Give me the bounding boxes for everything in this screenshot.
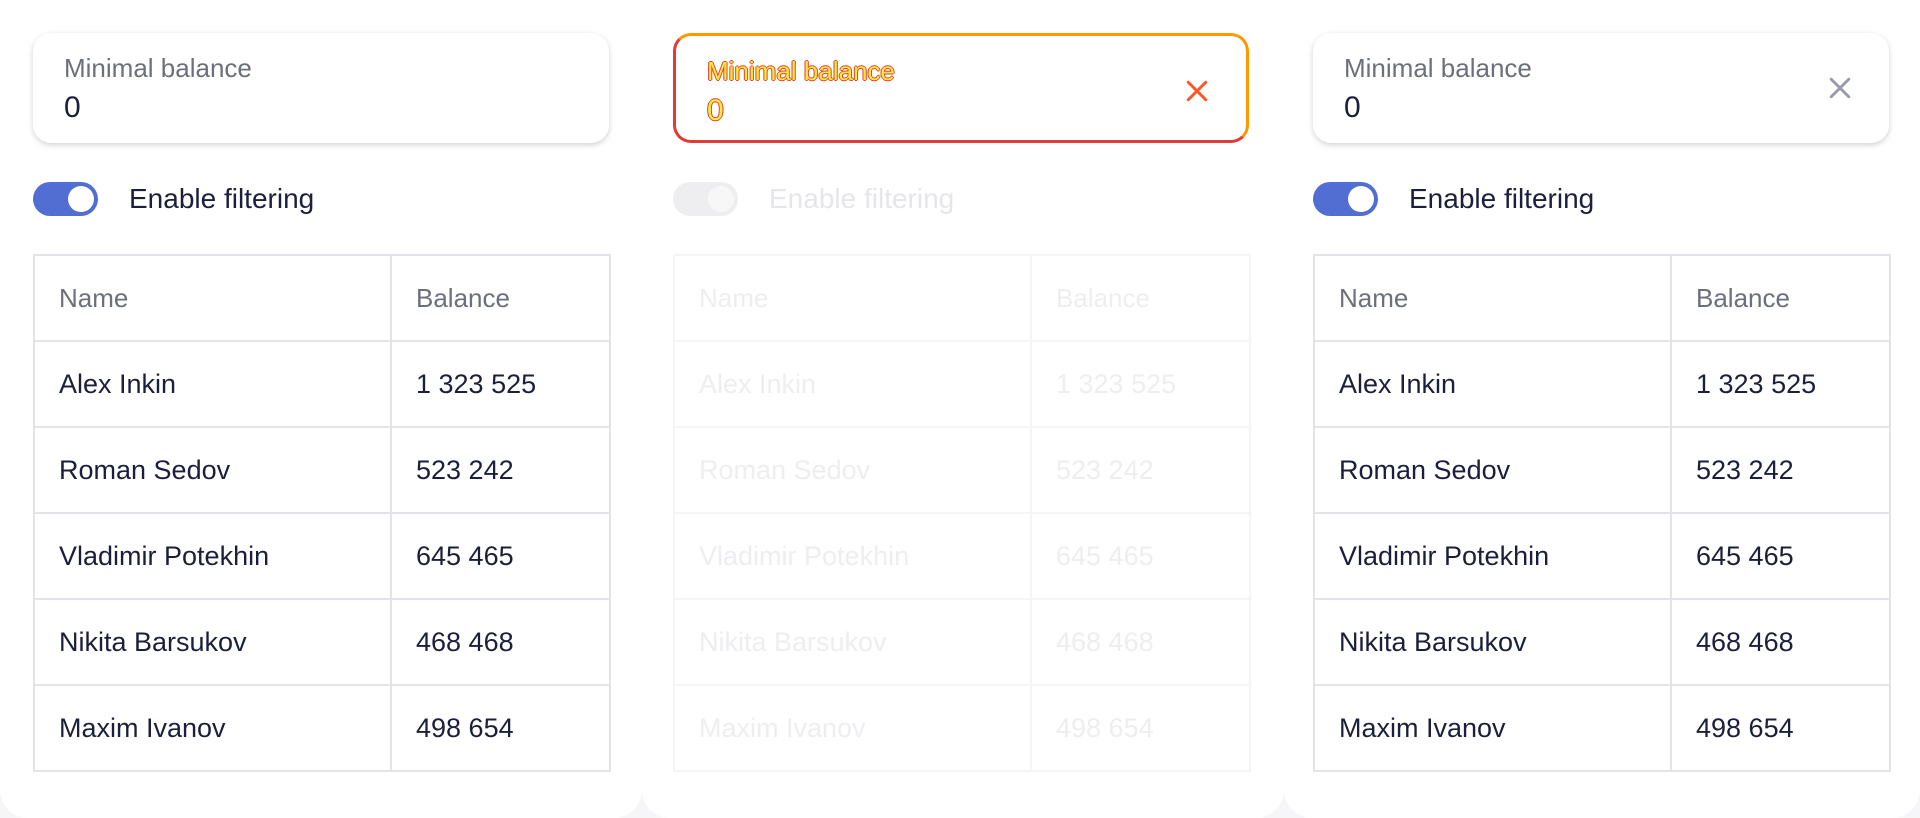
field-label: Minimal balance <box>64 53 252 83</box>
balance-table: Name Balance Alex Inkin 1 323 525 Roman S… <box>33 254 611 772</box>
name-cell: Nikita Barsukov <box>33 598 392 686</box>
filter-column-1: Minimal balance 0 Enable filtering Name … <box>33 33 611 772</box>
table-row: Nikita Barsukov 468 468 <box>1313 598 1891 686</box>
balance-cell: 523 242 <box>1030 426 1251 514</box>
field-value[interactable]: 0 <box>707 94 724 128</box>
enable-filtering-toggle[interactable] <box>673 182 738 216</box>
toggle-label: Enable filtering <box>129 183 315 214</box>
name-cell: Alex Inkin <box>673 340 1032 428</box>
filter-column-3: Minimal balance 0 Enable filtering Name … <box>1313 33 1891 772</box>
close-icon <box>1829 77 1851 99</box>
table-row: Roman Sedov 523 242 <box>673 426 1251 514</box>
name-cell: Maxim Ivanov <box>1313 684 1672 772</box>
toggle-label: Enable filtering <box>1409 183 1595 214</box>
table-header-row: Name Balance <box>33 254 611 342</box>
enable-filtering-toggle[interactable] <box>1313 182 1378 216</box>
balance-table: Name Balance Alex Inkin 1 323 525 Roman S… <box>673 254 1251 772</box>
name-cell: Roman Sedov <box>673 426 1032 514</box>
table-row: Vladimir Potekhin 645 465 <box>1313 512 1891 600</box>
name-cell: Vladimir Potekhin <box>673 512 1032 600</box>
balance-cell: 1 323 525 <box>1030 340 1251 428</box>
column-header-balance: Balance <box>1670 254 1891 342</box>
minimal-balance-field[interactable]: Minimal balance 0 <box>1313 33 1889 143</box>
balance-cell: 498 654 <box>390 684 611 772</box>
table-row: Nikita Barsukov 468 468 <box>673 598 1251 686</box>
table-row: Vladimir Potekhin 645 465 <box>673 512 1251 600</box>
name-cell: Alex Inkin <box>33 340 392 428</box>
table-row: Maxim Ivanov 498 654 <box>673 684 1251 772</box>
enable-filtering-row: Enable filtering <box>33 182 609 220</box>
name-cell: Maxim Ivanov <box>33 684 392 772</box>
toggle-knob <box>1348 186 1374 212</box>
column-header-name: Name <box>673 254 1032 342</box>
enable-filtering-row: Enable filtering <box>673 182 1249 220</box>
balance-table: Name Balance Alex Inkin 1 323 525 Roman S… <box>1313 254 1891 772</box>
column-header-name: Name <box>33 254 392 342</box>
balance-cell: 498 654 <box>1030 684 1251 772</box>
toggle-knob <box>68 186 94 212</box>
toggle-knob <box>708 186 734 212</box>
close-icon <box>1186 80 1208 102</box>
balance-cell: 523 242 <box>390 426 611 514</box>
name-cell: Nikita Barsukov <box>1313 598 1672 686</box>
field-label: Minimal balance <box>707 56 895 86</box>
filter-column-2: Minimal balance 0 Enable filtering Name … <box>673 33 1251 772</box>
balance-cell: 468 468 <box>390 598 611 686</box>
minimal-balance-field[interactable]: Minimal balance 0 <box>673 33 1249 143</box>
minimal-balance-field[interactable]: Minimal balance 0 <box>33 33 609 143</box>
balance-cell: 468 468 <box>1670 598 1891 686</box>
table-row: Alex Inkin 1 323 525 <box>673 340 1251 428</box>
balance-cell: 468 468 <box>1030 598 1251 686</box>
table-header-row: Name Balance <box>673 254 1251 342</box>
table-row: Maxim Ivanov 498 654 <box>1313 684 1891 772</box>
clear-button[interactable] <box>1182 76 1212 106</box>
column-header-balance: Balance <box>390 254 611 342</box>
name-cell: Vladimir Potekhin <box>1313 512 1672 600</box>
toggle-label: Enable filtering <box>769 183 955 214</box>
table-row: Roman Sedov 523 242 <box>1313 426 1891 514</box>
table-row: Maxim Ivanov 498 654 <box>33 684 611 772</box>
name-cell: Roman Sedov <box>1313 426 1672 514</box>
balance-cell: 645 465 <box>1030 512 1251 600</box>
table-row: Roman Sedov 523 242 <box>33 426 611 514</box>
field-label: Minimal balance <box>1344 53 1532 83</box>
table-row: Alex Inkin 1 323 525 <box>33 340 611 428</box>
name-cell: Nikita Barsukov <box>673 598 1032 686</box>
column-header-name: Name <box>1313 254 1672 342</box>
balance-cell: 645 465 <box>390 512 611 600</box>
field-value[interactable]: 0 <box>64 91 81 125</box>
clear-button[interactable] <box>1825 73 1855 103</box>
column-header-balance: Balance <box>1030 254 1251 342</box>
name-cell: Roman Sedov <box>33 426 392 514</box>
balance-cell: 1 323 525 <box>1670 340 1891 428</box>
enable-filtering-row: Enable filtering <box>1313 182 1889 220</box>
name-cell: Vladimir Potekhin <box>33 512 392 600</box>
balance-cell: 645 465 <box>1670 512 1891 600</box>
name-cell: Maxim Ivanov <box>673 684 1032 772</box>
table-row: Nikita Barsukov 468 468 <box>33 598 611 686</box>
balance-cell: 523 242 <box>1670 426 1891 514</box>
balance-cell: 498 654 <box>1670 684 1891 772</box>
name-cell: Alex Inkin <box>1313 340 1672 428</box>
balance-cell: 1 323 525 <box>390 340 611 428</box>
table-row: Alex Inkin 1 323 525 <box>1313 340 1891 428</box>
field-value[interactable]: 0 <box>1344 91 1361 125</box>
table-header-row: Name Balance <box>1313 254 1891 342</box>
enable-filtering-toggle[interactable] <box>33 182 98 216</box>
table-row: Vladimir Potekhin 645 465 <box>33 512 611 600</box>
